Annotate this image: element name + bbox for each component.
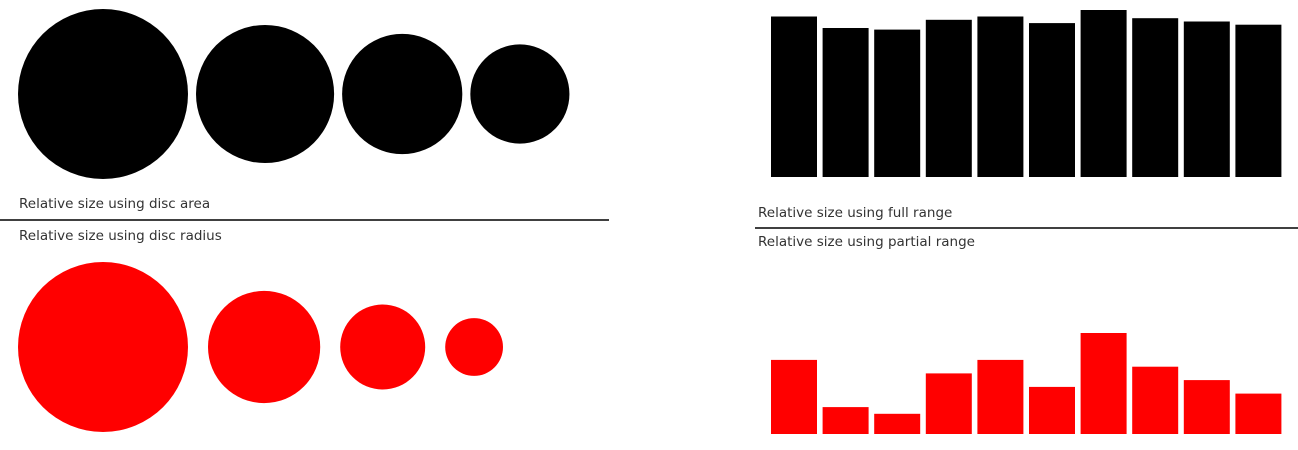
radius-disc-3 [340,304,426,390]
full-range-label: Relative size using full range [758,205,952,221]
disc-area-label: Relative size using disc area [19,196,210,212]
partial-range-label: Relative size using partial range [758,234,975,250]
partial-range-bar-6 [1029,386,1075,434]
full-range-bar-5 [977,16,1024,177]
area-disc-3 [342,33,463,155]
full-range-bar-10 [1235,24,1282,178]
disc-area-panel [18,9,570,179]
full-range-panel [771,10,1282,178]
radius-disc-2 [208,290,321,404]
full-range-bar-9 [1183,21,1230,177]
radius-disc-1 [18,262,188,432]
full-range-bar-7 [1080,10,1127,177]
partial-range-panel [771,333,1282,434]
full-range-bar-4 [925,19,972,177]
area-disc-4 [470,44,570,144]
full-range-bar-8 [1132,18,1179,178]
partial-range-bar-8 [1132,366,1179,434]
full-range-bar-6 [1029,23,1075,177]
area-disc-1 [18,9,188,179]
full-range-bar-3 [874,29,921,177]
partial-range-bar-1 [771,359,817,434]
partial-range-bar-2 [822,407,869,434]
radius-disc-4 [445,318,503,376]
partial-range-bar-5 [977,359,1024,434]
partial-range-bar-9 [1183,380,1230,434]
full-range-bar-1 [771,16,817,177]
partial-range-bar-4 [925,373,972,434]
area-disc-2 [196,24,335,164]
partial-range-bar-3 [874,413,921,434]
partial-range-bar-10 [1235,393,1282,434]
full-range-bar-2 [822,28,869,177]
partial-range-bar-7 [1080,333,1127,434]
disc-radius-panel [18,262,503,432]
disc-radius-label: Relative size using disc radius [19,228,222,244]
figure: Relative size using disc area Relative s… [0,9,1298,434]
